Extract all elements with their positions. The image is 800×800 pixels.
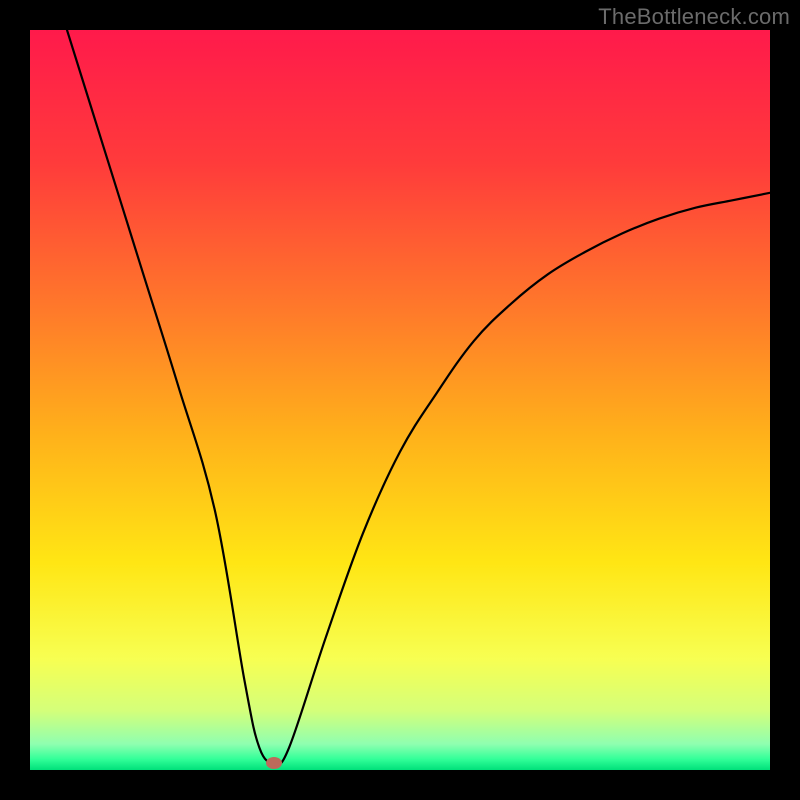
plot-area (30, 30, 770, 770)
plot-svg (30, 30, 770, 770)
min-marker-icon (266, 757, 282, 769)
watermark-text: TheBottleneck.com (598, 4, 790, 30)
gradient-background (30, 30, 770, 770)
chart-frame: TheBottleneck.com (0, 0, 800, 800)
